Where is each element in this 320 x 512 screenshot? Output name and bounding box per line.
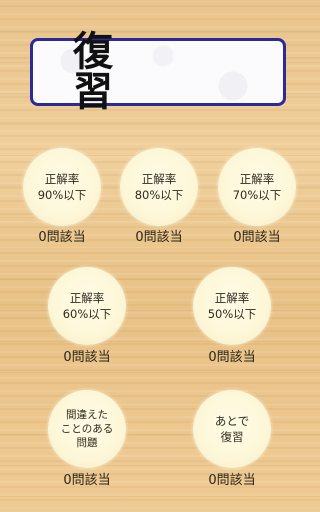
accuracy-60-label: 正解率 60%以下 (62, 291, 112, 321)
accuracy-90-label: 正解率 90%以下 (37, 172, 87, 202)
accuracy-50-label: 正解率 50%以下 (207, 291, 257, 321)
accuracy-70-button[interactable]: 正解率 70%以下 (218, 148, 296, 226)
accuracy-80-button[interactable]: 正解率 80%以下 (120, 148, 198, 226)
accuracy-50-button[interactable]: 正解率 50%以下 (193, 267, 271, 345)
title-banner: 復 習 (30, 32, 286, 112)
accuracy-80-count: 0問該当 (135, 230, 183, 245)
accuracy-90-count: 0問該当 (38, 230, 86, 245)
accuracy-80-label: 正解率 80%以下 (134, 172, 184, 202)
accuracy-50-count: 0問該当 (208, 350, 256, 365)
accuracy-70-count: 0問該当 (233, 230, 281, 245)
missed-questions-button[interactable]: 間違えた ことのある 問題 (48, 390, 126, 468)
review-later-label: あとで 復習 (214, 414, 250, 444)
page-title: 復 習 (73, 29, 233, 115)
review-later-count: 0問該当 (208, 473, 256, 488)
accuracy-90-button[interactable]: 正解率 90%以下 (23, 148, 101, 226)
review-later-button[interactable]: あとで 復習 (193, 390, 271, 468)
missed-questions-count: 0問該当 (63, 473, 111, 488)
accuracy-70-label: 正解率 70%以下 (232, 172, 282, 202)
missed-questions-label: 間違えた ことのある 問題 (60, 409, 114, 449)
review-screen: { "title": "復 習", "buttons": [ {"label":… (0, 0, 320, 512)
accuracy-60-button[interactable]: 正解率 60%以下 (48, 267, 126, 345)
accuracy-60-count: 0問該当 (63, 350, 111, 365)
